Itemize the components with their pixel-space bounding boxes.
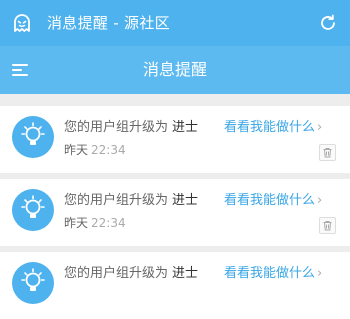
app-header: 消息提醒 - 源社区 bbox=[0, 0, 350, 46]
see-what-i-can-do-link[interactable]: 看看我能做什么 › bbox=[224, 119, 322, 136]
link-label: 看看我能做什么 bbox=[224, 266, 316, 281]
timestamp-time: 22:34 bbox=[91, 216, 126, 230]
timestamp-day: 昨天 bbox=[64, 216, 89, 230]
link-label: 看看我能做什么 bbox=[224, 193, 316, 208]
avatar bbox=[12, 262, 54, 304]
message-body: 您的用户组升级为 bbox=[64, 266, 169, 281]
lightbulb-icon bbox=[21, 122, 45, 145]
see-what-i-can-do-link[interactable]: 看看我能做什么 › bbox=[224, 192, 322, 209]
message-body: 您的用户组升级为 bbox=[64, 120, 169, 135]
timestamp: 昨天 22:34 bbox=[64, 142, 126, 158]
chevron-right-icon: › bbox=[317, 266, 323, 281]
list-item[interactable]: 您的用户组升级为 进士 看看我能做什么 › 昨天 22:34 bbox=[0, 106, 350, 173]
avatar bbox=[12, 189, 54, 231]
chevron-right-icon: › bbox=[317, 193, 323, 208]
chevron-right-icon: › bbox=[317, 120, 323, 135]
message-text: 您的用户组升级为 进士 bbox=[64, 192, 198, 209]
nav-bar: 消息提醒 bbox=[0, 46, 350, 94]
app-title: 消息提醒 - 源社区 bbox=[47, 14, 170, 32]
lightbulb-icon bbox=[21, 268, 45, 291]
lightbulb-icon bbox=[21, 195, 45, 218]
timestamp-time: 22:34 bbox=[91, 143, 126, 157]
timestamp: 昨天 22:34 bbox=[64, 215, 126, 231]
page-title: 消息提醒 bbox=[142, 60, 207, 79]
trash-icon bbox=[323, 148, 332, 158]
link-label: 看看我能做什么 bbox=[224, 120, 316, 135]
rank-name: 进士 bbox=[172, 120, 199, 135]
delete-button[interactable] bbox=[319, 217, 336, 234]
avatar bbox=[12, 116, 54, 158]
ghost-icon bbox=[12, 13, 32, 33]
message-body: 您的用户组升级为 bbox=[64, 193, 169, 208]
list-item[interactable]: 您的用户组升级为 进士 看看我能做什么 › bbox=[0, 252, 350, 319]
refresh-icon[interactable] bbox=[318, 13, 338, 33]
list-item[interactable]: 您的用户组升级为 进士 看看我能做什么 › 昨天 22:34 bbox=[0, 179, 350, 246]
trash-icon bbox=[323, 221, 332, 231]
delete-button[interactable] bbox=[319, 144, 336, 161]
see-what-i-can-do-link[interactable]: 看看我能做什么 › bbox=[224, 265, 322, 282]
timestamp-day: 昨天 bbox=[64, 143, 89, 157]
message-text: 您的用户组升级为 进士 bbox=[64, 119, 198, 136]
rank-name: 进士 bbox=[172, 193, 199, 208]
rank-name: 进士 bbox=[172, 266, 199, 281]
message-text: 您的用户组升级为 进士 bbox=[64, 265, 198, 282]
